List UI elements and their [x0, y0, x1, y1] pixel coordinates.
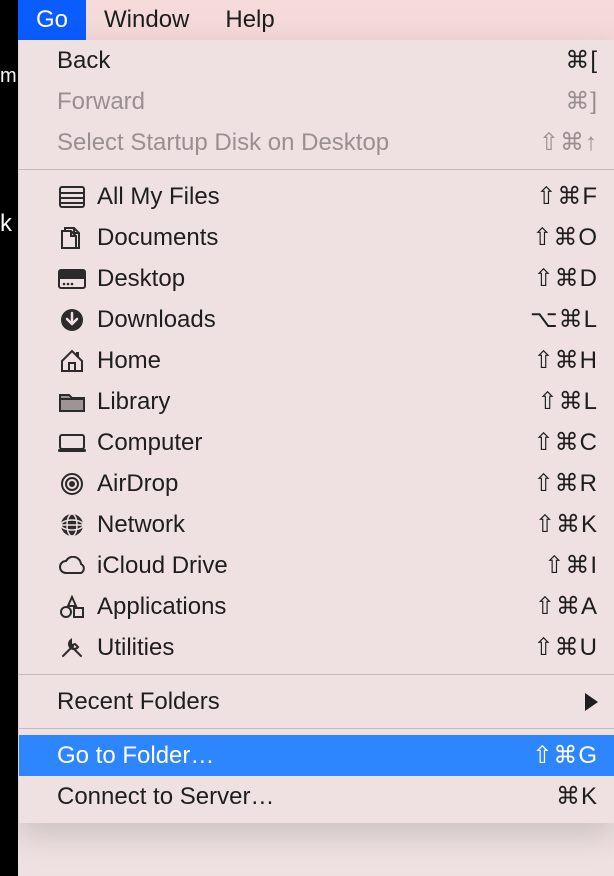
- menu-item-select-startup-disk: Select Startup Disk on Desktop ⇧⌘↑: [19, 122, 614, 163]
- menu-item-computer[interactable]: Computer ⇧⌘C: [19, 422, 614, 463]
- menu-item-airdrop[interactable]: AirDrop ⇧⌘R: [19, 463, 614, 504]
- menu-item-shortcut: ⇧⌘R: [534, 469, 598, 498]
- menu-item-shortcut: ⇧⌘A: [535, 592, 598, 621]
- menu-item-label: Back: [57, 47, 565, 75]
- network-icon: [57, 512, 87, 538]
- menu-item-label: Downloads: [97, 306, 530, 334]
- go-menu-dropdown: Back ⌘[ Forward ⌘] Select Startup Disk o…: [18, 40, 614, 823]
- submenu-arrow-icon: [585, 693, 598, 711]
- applications-icon: [57, 594, 87, 620]
- menu-item-label: AirDrop: [97, 470, 534, 498]
- menu-item-go-to-folder[interactable]: Go to Folder… ⇧⌘G: [19, 735, 614, 776]
- menu-item-label: Desktop: [97, 265, 534, 293]
- menu-item-label: Computer: [97, 429, 534, 457]
- menu-item-label: Utilities: [97, 634, 534, 662]
- all-my-files-icon: [57, 184, 87, 210]
- computer-icon: [57, 430, 87, 456]
- menu-item-network[interactable]: Network ⇧⌘K: [19, 504, 614, 545]
- menu-window[interactable]: Window: [86, 0, 207, 40]
- menu-item-utilities[interactable]: Utilities ⇧⌘U: [19, 627, 614, 668]
- menu-item-icloud-drive[interactable]: iCloud Drive ⇧⌘I: [19, 545, 614, 586]
- menu-item-shortcut: ⌘]: [565, 87, 598, 116]
- menu-item-all-my-files[interactable]: All My Files ⇧⌘F: [19, 176, 614, 217]
- menu-item-label: Select Startup Disk on Desktop: [57, 129, 539, 157]
- menu-item-shortcut: ⇧⌘H: [534, 346, 598, 375]
- utilities-icon: [57, 635, 87, 661]
- menu-item-library[interactable]: Library ⇧⌘L: [19, 381, 614, 422]
- menu-item-back[interactable]: Back ⌘[: [19, 40, 614, 81]
- menu-item-label: Network: [97, 511, 535, 539]
- menu-item-label: Documents: [97, 224, 532, 252]
- menu-separator: [19, 728, 614, 729]
- menu-item-connect-to-server[interactable]: Connect to Server… ⌘K: [19, 776, 614, 817]
- menu-item-recent-folders[interactable]: Recent Folders: [19, 681, 614, 722]
- background-text-fragment: m: [0, 65, 17, 88]
- menubar-left-edge: [0, 0, 18, 40]
- menu-item-shortcut: ⇧⌘I: [544, 551, 598, 580]
- menu-item-label: Go to Folder…: [57, 742, 532, 770]
- menu-item-shortcut: ⇧⌘L: [538, 387, 598, 416]
- menu-item-downloads[interactable]: Downloads ⌥⌘L: [19, 299, 614, 340]
- menu-go-label: Go: [36, 6, 68, 34]
- menu-item-label: Recent Folders: [57, 688, 585, 716]
- menu-bar: Go Window Help: [0, 0, 614, 40]
- menu-separator: [19, 169, 614, 170]
- menu-item-label: iCloud Drive: [97, 552, 544, 580]
- menu-item-label: Home: [97, 347, 534, 375]
- background-dark-strip: [0, 40, 18, 876]
- menu-item-shortcut: ⇧⌘↑: [539, 128, 598, 157]
- menu-item-label: Applications: [97, 593, 535, 621]
- downloads-icon: [57, 307, 87, 333]
- desktop-icon: [57, 266, 87, 292]
- background-text-fragment: k: [0, 210, 12, 238]
- folder-icon: [57, 389, 87, 415]
- menu-separator: [19, 674, 614, 675]
- menu-item-shortcut: ⌥⌘L: [530, 305, 598, 334]
- menu-item-home[interactable]: Home ⇧⌘H: [19, 340, 614, 381]
- menu-item-shortcut: ⇧⌘D: [534, 264, 598, 293]
- menu-item-shortcut: ⌘[: [565, 46, 598, 75]
- cloud-icon: [57, 553, 87, 579]
- menu-item-label: Connect to Server…: [57, 783, 556, 811]
- menu-item-forward: Forward ⌘]: [19, 81, 614, 122]
- menu-item-label: Forward: [57, 88, 565, 116]
- menu-item-shortcut: ⇧⌘U: [534, 633, 598, 662]
- menu-item-shortcut: ⇧⌘K: [535, 510, 598, 539]
- menu-item-applications[interactable]: Applications ⇧⌘A: [19, 586, 614, 627]
- menu-window-label: Window: [104, 6, 189, 34]
- menu-help-label: Help: [225, 6, 274, 34]
- menu-item-label: All My Files: [97, 183, 536, 211]
- menu-item-documents[interactable]: Documents ⇧⌘O: [19, 217, 614, 258]
- documents-icon: [57, 225, 87, 251]
- menu-item-shortcut: ⇧⌘G: [532, 741, 598, 770]
- menu-item-shortcut: ⇧⌘O: [532, 223, 598, 252]
- menu-item-shortcut: ⌘K: [556, 782, 598, 811]
- menu-go[interactable]: Go: [18, 0, 86, 40]
- menu-item-shortcut: ⇧⌘C: [534, 428, 598, 457]
- menu-help[interactable]: Help: [207, 0, 292, 40]
- home-icon: [57, 348, 87, 374]
- menu-item-shortcut: ⇧⌘F: [536, 182, 598, 211]
- menu-item-label: Library: [97, 388, 538, 416]
- airdrop-icon: [57, 471, 87, 497]
- menu-item-desktop[interactable]: Desktop ⇧⌘D: [19, 258, 614, 299]
